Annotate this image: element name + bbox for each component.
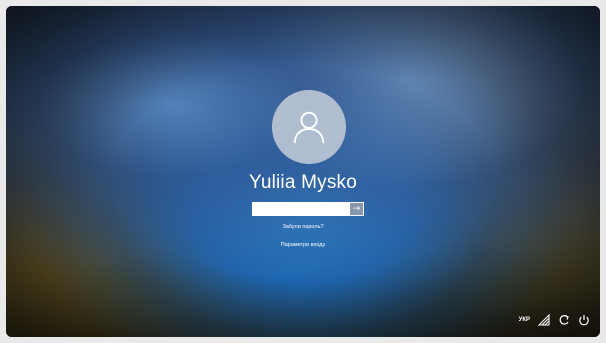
lock-screen: Yuliia Mysko → Забули пароль? Параметри … bbox=[6, 6, 600, 337]
network-icon[interactable] bbox=[538, 314, 550, 326]
user-name: Yuliia Mysko bbox=[249, 172, 357, 193]
power-icon[interactable] bbox=[578, 314, 590, 326]
password-row: → bbox=[252, 202, 364, 216]
system-tray: УКР bbox=[519, 313, 590, 327]
password-input[interactable] bbox=[252, 202, 350, 216]
submit-arrow-button[interactable]: → bbox=[350, 202, 364, 216]
sign-in-options-link[interactable]: Параметри входу bbox=[6, 242, 600, 248]
keyboard-language-indicator[interactable]: УКР bbox=[519, 317, 530, 323]
arrow-right-icon: → bbox=[352, 203, 361, 214]
accessibility-icon[interactable] bbox=[558, 314, 570, 326]
forgot-password-link[interactable]: Забули пароль? bbox=[6, 224, 600, 230]
user-silhouette-icon bbox=[293, 111, 325, 144]
photo-frame: Yuliia Mysko → Забули пароль? Параметри … bbox=[0, 0, 606, 343]
user-avatar bbox=[272, 90, 346, 164]
